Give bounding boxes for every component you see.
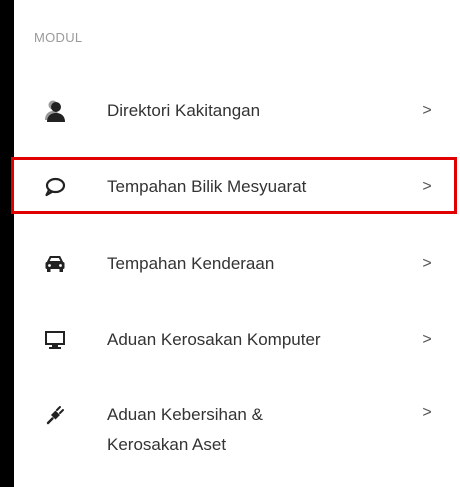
menu-item-aduan-kebersihan-kerosakan-aset[interactable]: Aduan Kebersihan & Kerosakan Aset > — [14, 400, 460, 464]
menu-item-label: Direktori Kakitangan — [107, 101, 261, 120]
car-icon — [42, 251, 68, 277]
section-title: MODUL — [34, 30, 83, 45]
menu-item-label-line2: Kerosakan Aset — [107, 435, 227, 454]
menu-item-label: Aduan Kebersihan & Kerosakan Aset — [107, 400, 263, 460]
menu-item-label-line1: Aduan Kebersihan & — [107, 405, 263, 424]
chevron-right-icon: > — [422, 102, 432, 119]
chevron-right-icon: > — [422, 331, 432, 348]
user-icon — [42, 98, 68, 124]
plug-icon — [42, 402, 68, 428]
highlight-frame — [11, 157, 457, 214]
module-panel: MODUL Direktori Kakitangan > Tempahan Bi… — [11, 0, 460, 487]
menu-item-tempahan-kenderaan[interactable]: Tempahan Kenderaan > — [14, 247, 460, 281]
chevron-right-icon: > — [422, 404, 432, 421]
monitor-icon — [42, 327, 68, 353]
chevron-right-icon: > — [422, 255, 432, 272]
menu-item-aduan-kerosakan-komputer[interactable]: Aduan Kerosakan Komputer > — [14, 323, 460, 357]
menu-item-label: Aduan Kerosakan Komputer — [107, 330, 321, 349]
menu-item-direktori-kakitangan[interactable]: Direktori Kakitangan > — [14, 94, 460, 128]
menu-item-label: Tempahan Kenderaan — [107, 254, 275, 273]
